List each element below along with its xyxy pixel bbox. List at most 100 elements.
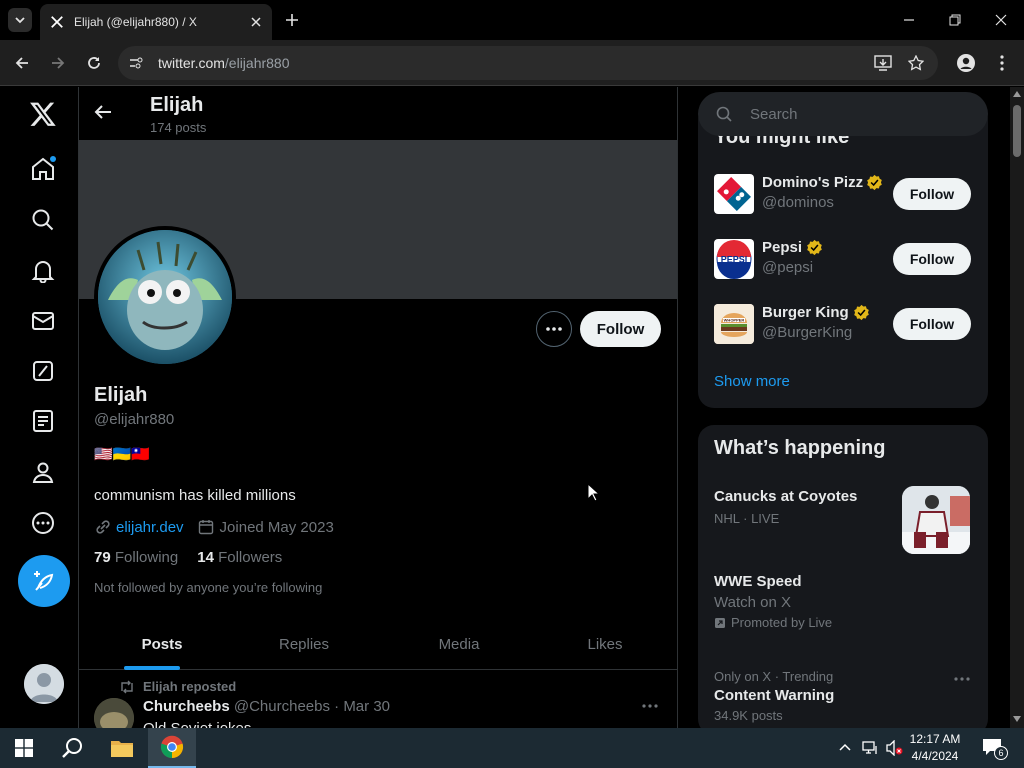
profile-more-button[interactable] — [536, 311, 572, 347]
verified-badge-icon — [867, 174, 882, 191]
nav-home[interactable] — [27, 153, 59, 185]
start-button[interactable] — [0, 728, 48, 768]
nav-messages[interactable] — [27, 305, 59, 337]
show-hidden-icons-button[interactable] — [838, 740, 852, 754]
suggestion-item[interactable]: PEPSI Pepsi @pepsi Follow — [714, 239, 972, 279]
scroll-down-arrow-icon[interactable] — [1013, 716, 1021, 722]
show-more-link[interactable]: Show more — [714, 373, 790, 390]
volume-status[interactable] — [886, 740, 904, 756]
browser-toolbar: twitter.com/elijahr880 — [0, 40, 1024, 86]
trend-item-promoted[interactable]: WWE Speed Watch on X Promoted by Live — [714, 573, 972, 630]
nav-more[interactable] — [27, 507, 59, 539]
post-item[interactable]: Elijah reposted Churcheebs @Churcheebs ·… — [79, 671, 677, 728]
right-sidebar: Search You might like Domino's Pizz @dom… — [678, 87, 1010, 728]
person-icon — [32, 462, 54, 483]
back-button[interactable] — [8, 49, 36, 77]
arrow-left-icon — [15, 57, 28, 69]
svg-text:PEPSI: PEPSI — [721, 255, 748, 265]
nav-explore[interactable] — [27, 204, 59, 236]
post-text: Old Soviet jokes — [143, 720, 251, 728]
restore-icon — [949, 14, 961, 26]
file-explorer-button[interactable] — [98, 728, 146, 768]
chrome-taskbar-button[interactable] — [148, 728, 196, 768]
account-avatar[interactable] — [24, 664, 64, 704]
tab-search-button[interactable] — [8, 8, 32, 32]
profile-website-link[interactable]: elijahr.dev — [116, 519, 184, 536]
post-handle-date: @Churcheebs · Mar 30 — [233, 698, 390, 715]
close-icon[interactable] — [250, 16, 262, 28]
restore-button[interactable] — [933, 6, 977, 34]
page-scrollbar[interactable] — [1010, 87, 1024, 728]
suggestion-name: Burger King — [762, 304, 849, 321]
url-path: /elijahr880 — [224, 55, 290, 71]
nav-grok[interactable] — [27, 355, 59, 387]
link-icon — [96, 520, 110, 534]
nav-notifications[interactable] — [27, 255, 59, 287]
taskbar-search-button[interactable] — [48, 728, 96, 768]
taskbar-clock[interactable]: 12:17 AM 4/4/2024 — [906, 731, 964, 765]
back-arrow-button[interactable] — [93, 102, 117, 126]
follow-button[interactable]: Follow — [893, 243, 971, 275]
install-app-icon[interactable] — [874, 55, 892, 71]
address-bar[interactable]: twitter.com/elijahr880 — [118, 46, 938, 80]
suggestion-item[interactable]: Domino's Pizz @dominos Follow — [714, 174, 972, 214]
chevron-down-icon — [15, 17, 25, 24]
nav-profile[interactable] — [27, 456, 59, 488]
left-navigation — [0, 87, 79, 728]
profile-handle: @elijahr880 — [94, 411, 175, 428]
minimize-button[interactable] — [887, 6, 931, 34]
follow-button[interactable]: Follow — [893, 308, 971, 340]
browser-tab[interactable]: Elijah (@elijahr880) / X — [40, 4, 272, 40]
post-button[interactable] — [18, 555, 70, 607]
post-author-name[interactable]: Churcheebs — [143, 698, 230, 715]
promoted-label: Promoted by Live — [731, 615, 833, 630]
x-app: Elijah 174 posts Follow Elijah @elijahr8… — [0, 87, 1010, 728]
profile-button[interactable] — [952, 49, 980, 77]
header-posts-count: 174 posts — [150, 120, 207, 135]
post-more-button[interactable] — [642, 704, 658, 708]
following-link[interactable]: 79 Following — [94, 549, 178, 566]
bookmark-star-icon[interactable] — [908, 55, 924, 71]
notification-center-button[interactable]: 6 — [982, 738, 1008, 760]
x-home-logo[interactable] — [27, 98, 59, 130]
close-window-button[interactable] — [979, 6, 1023, 34]
trend-context: Only on X · Trending — [714, 669, 834, 684]
tab-replies[interactable]: Replies — [259, 619, 349, 670]
dominos-logo — [714, 174, 754, 214]
search-icon — [32, 209, 54, 231]
site-settings-icon[interactable] — [128, 55, 144, 71]
reload-button[interactable] — [80, 49, 108, 77]
search-input[interactable]: Search — [698, 92, 988, 136]
trend-meta: Watch on X — [714, 594, 791, 611]
trend-more-button[interactable] — [954, 677, 970, 681]
browser-menu-button[interactable] — [988, 49, 1016, 77]
tab-likes[interactable]: Likes — [560, 619, 650, 670]
chevron-up-icon — [839, 743, 851, 751]
trend-item[interactable]: Canucks at Coyotes NHL · LIVE — [714, 486, 972, 558]
follow-button[interactable]: Follow — [893, 178, 971, 210]
profile-avatar[interactable] — [94, 226, 236, 368]
trend-item[interactable]: Only on X · Trending Content Warning 34.… — [714, 669, 972, 723]
mouse-cursor-icon — [587, 483, 599, 502]
suggestion-item[interactable]: WHOPPER Burger King @BurgerKing Follow — [714, 304, 972, 344]
dominos-logo-icon — [717, 177, 751, 211]
forward-button[interactable] — [44, 49, 72, 77]
post-author-avatar[interactable] — [94, 698, 134, 728]
profile-name: Elijah — [94, 384, 148, 406]
repost-indicator: Elijah reposted — [119, 679, 236, 694]
follow-button[interactable]: Follow — [580, 311, 661, 347]
scroll-up-arrow-icon[interactable] — [1013, 91, 1021, 97]
tab-media[interactable]: Media — [414, 619, 504, 670]
author-photo-icon — [94, 698, 134, 728]
grok-icon — [33, 361, 53, 381]
trend-thumbnail — [902, 486, 970, 554]
followers-link[interactable]: 14 Followers — [197, 549, 282, 566]
new-tab-button[interactable] — [280, 8, 304, 32]
volume-muted-icon — [886, 740, 903, 756]
pepsi-logo: PEPSI — [714, 239, 754, 279]
nav-lists[interactable] — [27, 405, 59, 437]
tab-posts[interactable]: Posts — [119, 619, 205, 670]
scroll-thumb[interactable] — [1013, 105, 1021, 157]
network-status[interactable] — [862, 740, 880, 756]
x-logo-icon — [51, 16, 63, 28]
